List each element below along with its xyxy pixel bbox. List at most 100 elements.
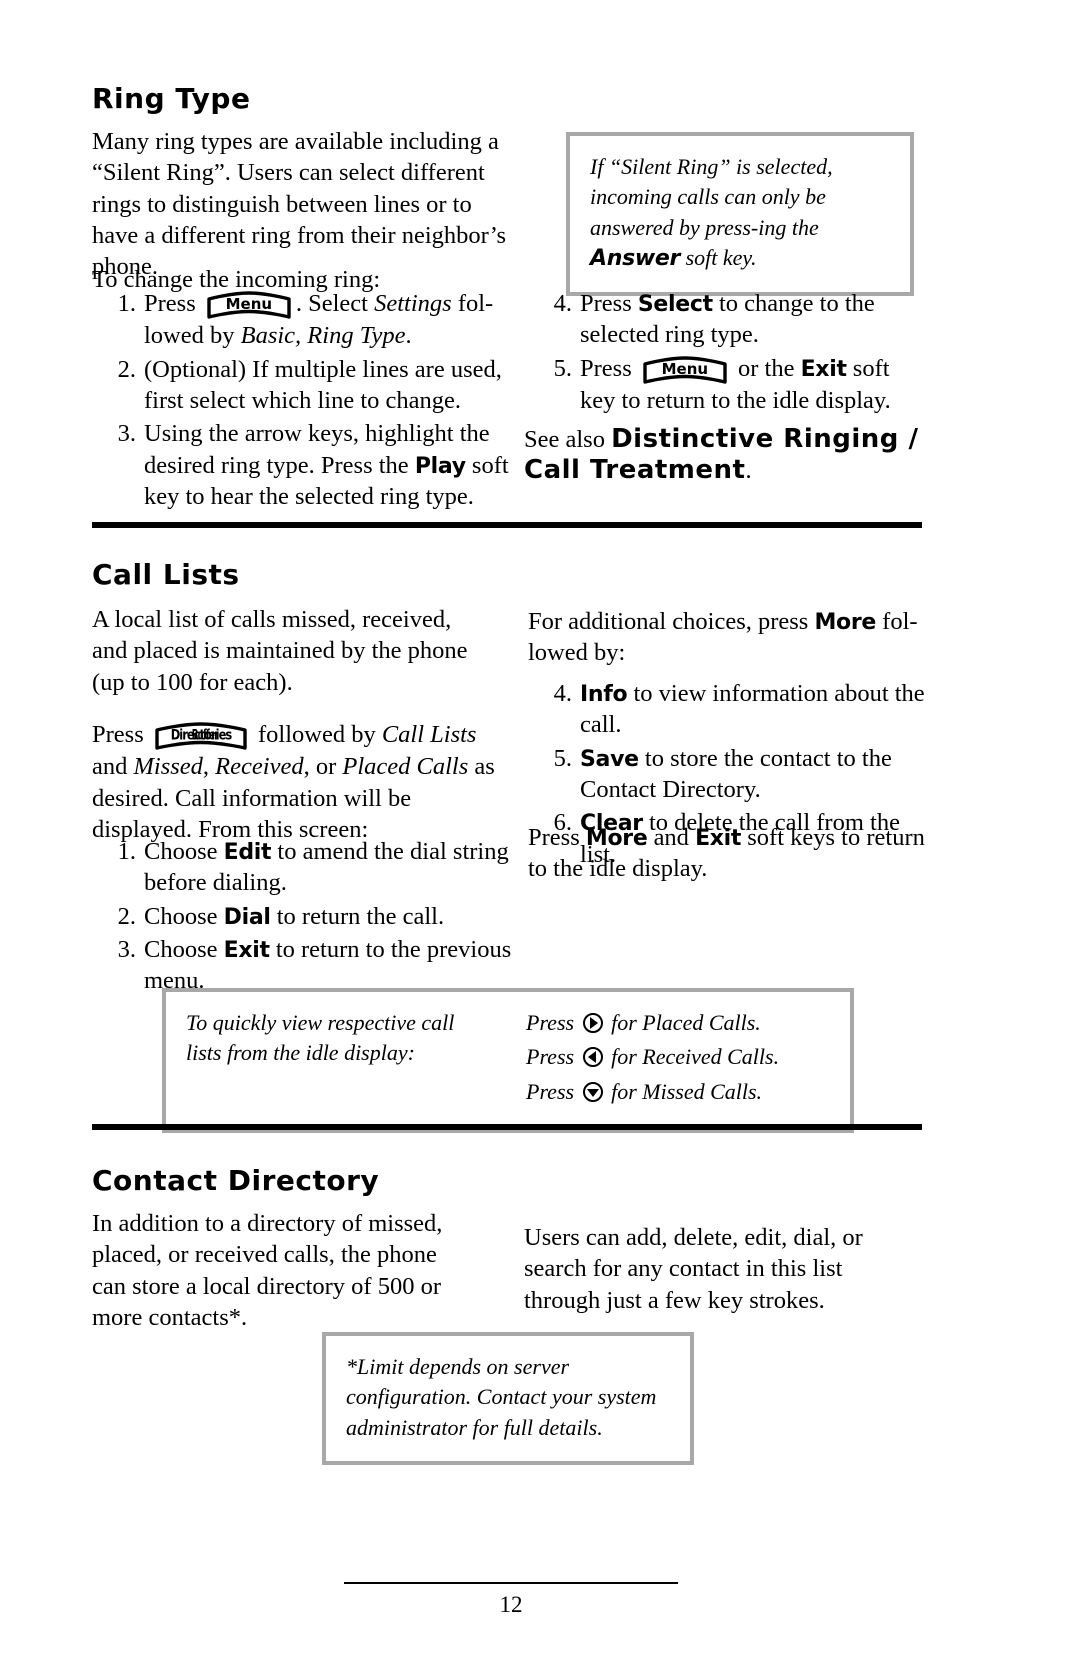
paragraph-plain-1: and xyxy=(92,753,134,781)
callout-row-post: for Placed Calls. xyxy=(605,1010,761,1035)
step-text-italic: Settings xyxy=(374,290,452,317)
soft-key-label-exit[interactable]: Exit xyxy=(695,826,741,851)
call-lists-paragraph-2: Press Directories Buffer followed by Cal… xyxy=(92,719,512,845)
step-text-pre: Choose xyxy=(144,838,224,865)
list-item: 5. Press Menu or the Exit soft key to ret… xyxy=(528,353,928,417)
see-also-prefix: See also xyxy=(524,426,612,453)
step-text-mid: or the xyxy=(731,354,801,382)
list-item: 1. Choose Edit to amend the dial string b… xyxy=(92,836,512,899)
phone-key-label-overprint: Buffer xyxy=(191,728,219,745)
soft-key-label-play[interactable]: Play xyxy=(415,454,466,479)
step-text-pre: Choose xyxy=(144,902,224,930)
phone-key-menu[interactable]: Menu xyxy=(206,290,292,320)
arrow-left-icon[interactable] xyxy=(582,1046,604,1076)
list-number: 2. xyxy=(117,355,136,383)
callout-quick-view-call-lists: To quickly view respective call lists fr… xyxy=(162,988,854,1134)
section-divider xyxy=(92,1124,922,1130)
callout-row-post: for Missed Calls. xyxy=(605,1078,763,1104)
callout-row: Press for Received Calls. xyxy=(526,1042,830,1076)
soft-key-label-edit[interactable]: Edit xyxy=(224,840,272,865)
callout-row-pre: Press xyxy=(526,1078,580,1104)
section-heading-ring-type: Ring Type xyxy=(92,82,251,115)
list-number: 2. xyxy=(117,902,136,930)
callout-text: *Limit depends on server configuration. … xyxy=(346,1354,657,1440)
soft-key-label-more[interactable]: More xyxy=(814,610,876,635)
soft-key-label-select[interactable]: Select xyxy=(638,292,713,317)
callout-row: Press for Placed Calls. xyxy=(526,1008,830,1042)
arrow-down-icon[interactable] xyxy=(582,1081,604,1111)
list-item: 2. (Optional) If multiple lines are used,… xyxy=(92,354,522,417)
step-text-post: . Select xyxy=(295,290,375,317)
section-heading-call-lists: Call Lists xyxy=(92,558,240,591)
phone-key-menu[interactable]: Menu xyxy=(642,355,728,385)
paragraph-italic-1: Call Lists xyxy=(381,721,477,748)
call-lists-right-tail: Press More and Exit soft keys to return … xyxy=(528,822,928,885)
paragraph-pre: Press xyxy=(92,721,150,748)
see-also-suffix: . xyxy=(745,457,752,485)
callout-text-body: If “Silent Ring” is selected, incoming c… xyxy=(590,154,833,240)
call-lists-steps-left: 1. Choose Edit to amend the dial string b… xyxy=(92,836,512,999)
list-item: 4. Press Select to change to the selected… xyxy=(528,288,928,351)
tail-pre: Press xyxy=(528,824,586,851)
soft-key-label-answer[interactable]: Answer xyxy=(590,246,680,271)
callout-row-pre: Press xyxy=(526,1044,580,1070)
list-item: 4. Info to view information about the cal… xyxy=(528,678,928,741)
callout-text: If “Silent Ring” is selected, incoming c… xyxy=(590,152,890,274)
list-number: 5. xyxy=(553,354,572,382)
callout-left-text: To quickly view respective call lists fr… xyxy=(186,1010,455,1066)
call-lists-paragraph-1: A local list of calls missed, received, … xyxy=(92,606,468,696)
callout-row-pre: Press xyxy=(526,1010,580,1035)
paragraph-italic-3: Received xyxy=(215,753,304,781)
list-number: 1. xyxy=(117,838,136,865)
step-text-post: to return the call. xyxy=(270,902,445,930)
step-text-italic2: Basic, Ring Type xyxy=(240,322,406,350)
callout-row: Press for Missed Calls. xyxy=(526,1077,830,1111)
step-text-pre: Press xyxy=(580,290,638,317)
paragraph-mid: followed by xyxy=(251,721,382,748)
soft-key-label-exit[interactable]: Exit xyxy=(801,357,847,382)
callout-limit-note: *Limit depends on server configuration. … xyxy=(322,1332,694,1466)
soft-key-label-info[interactable]: Info xyxy=(580,682,628,707)
step-text: (Optional) If multiple lines are used, f… xyxy=(144,355,502,415)
list-number: 3. xyxy=(117,420,136,448)
list-item: 2. Choose Dial to return the call. xyxy=(92,901,512,932)
callout-silent-ring: If “Silent Ring” is selected, incoming c… xyxy=(566,132,914,297)
list-number: 3. xyxy=(117,936,136,964)
section-divider xyxy=(92,522,922,528)
paragraph-plain-3: , or xyxy=(303,753,343,781)
soft-key-label-save[interactable]: Save xyxy=(580,747,639,772)
ring-type-steps-right: 4. Press Select to change to the selected… xyxy=(528,288,928,418)
list-item: 5. Save to store the contact to the Conta… xyxy=(528,743,928,806)
callout-text-tail: soft key. xyxy=(680,245,757,271)
phone-key-directories[interactable]: Directories Buffer xyxy=(154,721,248,751)
page-number: 12 xyxy=(499,1592,523,1617)
call-lists-right-intro: For additional choices, press More fol-l… xyxy=(528,606,928,669)
paragraph-italic-2: Missed xyxy=(133,753,203,781)
ring-type-steps-left: 1. Press Menu . Select Settings fol-lowed… xyxy=(92,288,522,515)
paragraph-plain-2: , xyxy=(202,753,216,781)
soft-key-label-dial[interactable]: Dial xyxy=(224,905,271,930)
paragraph-italic-4: Placed Calls xyxy=(342,753,469,781)
intro-pre: For additional choices, press xyxy=(528,608,815,635)
list-item: 3. Using the arrow keys, highlight the de… xyxy=(92,418,522,512)
step-text-pre: Press xyxy=(144,290,202,317)
list-number: 4. xyxy=(553,290,572,317)
ring-type-intro-paragraph: Many ring types are available including … xyxy=(92,128,507,281)
callout-row-post: for Received Calls. xyxy=(605,1044,780,1070)
list-number: 4. xyxy=(553,680,572,707)
tail-mid: and xyxy=(647,824,696,851)
phone-key-label: Menu xyxy=(225,295,273,314)
step-text-post3: . xyxy=(405,322,412,350)
step-text: to view information about the call. xyxy=(580,680,925,739)
document-page: Ring Type Many ring types are available … xyxy=(0,0,1080,1669)
contact-directory-left-paragraph: In addition to a directory of missed, pl… xyxy=(92,1210,443,1332)
list-number: 1. xyxy=(117,290,136,317)
soft-key-label-more[interactable]: More xyxy=(586,826,648,851)
arrow-right-icon[interactable] xyxy=(582,1012,604,1042)
soft-key-label-exit[interactable]: Exit xyxy=(224,938,270,963)
footer-divider xyxy=(344,1582,678,1584)
list-number: 5. xyxy=(553,744,572,772)
contact-directory-right-paragraph: Users can add, delete, edit, dial, or se… xyxy=(524,1224,863,1314)
step-text-pre: Choose xyxy=(144,936,224,964)
list-item: 1. Press Menu . Select Settings fol-lowed… xyxy=(92,288,522,352)
